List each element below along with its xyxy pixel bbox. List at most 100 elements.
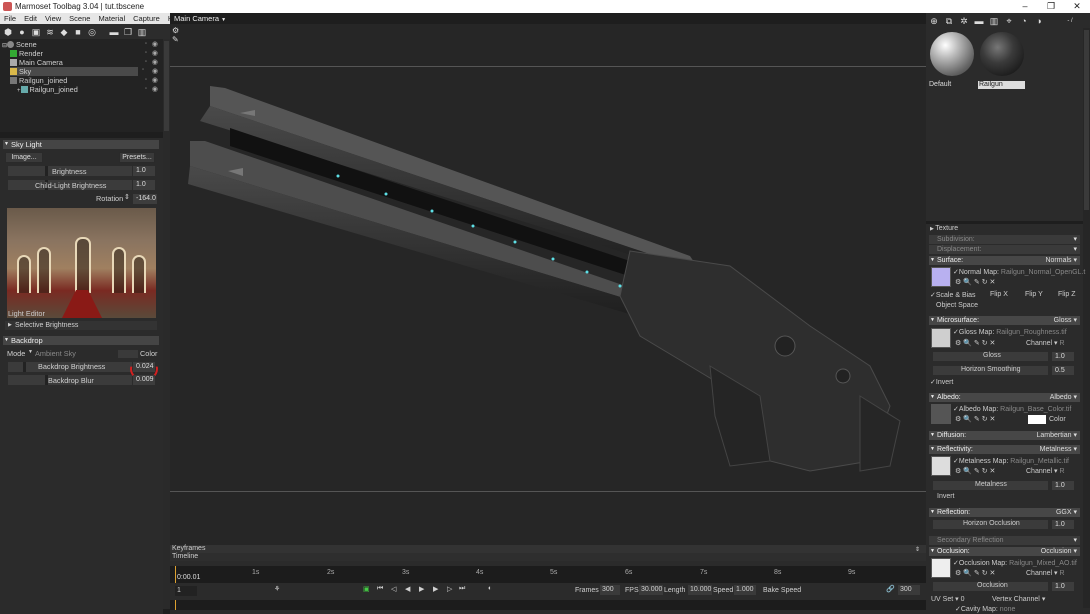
prev-key-icon[interactable]: ◁ (391, 585, 396, 593)
maximize-button[interactable]: ❐ (1038, 0, 1064, 13)
scale-bias-checkbox[interactable]: ✓Scale & Bias (930, 291, 976, 299)
flip-y-checkbox[interactable]: Flip Y (1025, 291, 1043, 298)
object-space-checkbox[interactable]: Object Space (936, 302, 978, 309)
brush-icon[interactable]: ✎ (172, 35, 182, 44)
secondary-reflection-section[interactable]: Secondary Reflection ▾ (929, 536, 1080, 545)
invert-checkbox[interactable]: ✓Invert (930, 378, 953, 386)
eye-icon[interactable]: ◉ (152, 58, 158, 67)
play-icon[interactable]: ▶ (419, 585, 424, 593)
add-turntable-icon[interactable]: ◆ (59, 27, 69, 37)
step-forward-icon[interactable]: ▶ (433, 585, 438, 593)
next-key-icon[interactable]: ▷ (447, 585, 452, 593)
gloss-value[interactable]: 1.0 (1052, 352, 1074, 361)
eye-icon[interactable]: ◉ (152, 85, 158, 94)
map-tools[interactable]: ⚙ 🔍 ✎ ↻ ✕ (955, 339, 995, 347)
frames-value[interactable]: 300 (600, 585, 620, 595)
tree-node-railgun-group[interactable]: Railgun_joined ▫ ◉ (10, 76, 162, 85)
microsurface-section[interactable]: Microsurface:Gloss ▾ (929, 316, 1080, 325)
left-scrollbar[interactable] (163, 39, 170, 609)
albedo-section[interactable]: Albedo:Albedo ▾ (929, 393, 1080, 402)
invert-metalness-checkbox[interactable]: Invert (937, 493, 955, 500)
settings-icon[interactable]: ◑ (1034, 16, 1044, 26)
zoom-icon[interactable]: - / (1063, 16, 1077, 26)
map-tools[interactable]: ⚙ 🔍 ✎ ↻ ✕ (955, 569, 995, 577)
dropdown-arrow-icon[interactable]: ▼ (221, 17, 226, 23)
link-icon[interactable]: 🔗 (886, 585, 895, 593)
rotation-value[interactable]: -164.0 (133, 194, 157, 204)
camera-select[interactable]: Main Camera (174, 14, 219, 23)
folder-icon[interactable]: ▬ (974, 16, 984, 26)
add-material-icon[interactable]: ⊕ (929, 16, 939, 26)
occlusion-section[interactable]: Occlusion:Occlusion ▾ (929, 547, 1080, 556)
length-value[interactable]: 10.000 (688, 585, 712, 595)
tree-node-sky[interactable]: Sky (10, 67, 138, 76)
channel-select[interactable]: Channel ▾ R (1026, 467, 1065, 475)
tree-node-railgun-mesh[interactable]: + Railgun_joined ▫ ◉ (17, 85, 162, 94)
speed-dial-icon[interactable]: ◐ (488, 585, 492, 592)
occlusion-value[interactable]: 1.0 (1052, 582, 1074, 591)
sky-light-header[interactable]: Sky Light (3, 140, 159, 149)
fps-value[interactable]: 30.000 (639, 585, 663, 595)
keyframe-icon[interactable]: ⚘ (274, 585, 280, 593)
add-camera-icon[interactable]: ▣ (31, 27, 41, 37)
lock-icon[interactable]: ▫ (145, 76, 147, 85)
loop-icon[interactable]: ▣ (363, 585, 370, 593)
surface-section[interactable]: Surface:Normals ▾ (929, 256, 1080, 265)
skip-start-icon[interactable]: ⏮ (377, 585, 383, 593)
albedo-map-thumb[interactable] (931, 404, 951, 424)
gloss-map-thumb[interactable] (931, 328, 951, 348)
light-editor-label[interactable]: Light Editor (8, 308, 45, 319)
duplicate-icon[interactable]: ❐ (123, 27, 133, 37)
reflection-section[interactable]: Reflection:GGX ▾ (929, 508, 1080, 517)
skip-end-icon[interactable]: ⏭ (459, 585, 465, 593)
material-default-label[interactable]: Default (928, 81, 975, 89)
sky-panorama-image[interactable] (7, 208, 156, 318)
step-back-icon[interactable]: ◀ (405, 585, 410, 593)
eye-icon[interactable]: ◉ (152, 76, 158, 85)
speed-value[interactable]: 1.000 (734, 585, 756, 595)
railgun-model[interactable] (170, 66, 926, 491)
lock-icon[interactable]: ▫ (142, 67, 144, 73)
tree-node-render[interactable]: Render ▫ ◉ (10, 49, 162, 58)
albedo-color-swatch[interactable] (1028, 415, 1046, 424)
child-light-value[interactable]: 1.0 (133, 180, 155, 190)
material-railgun-thumb[interactable] (980, 32, 1024, 76)
diffusion-section[interactable]: Diffusion:Lambertian ▾ (929, 431, 1080, 440)
menu-scene[interactable]: Scene (65, 14, 94, 23)
selective-brightness-toggle[interactable]: ▶ Selective Brightness (5, 321, 157, 330)
panel-divider[interactable] (926, 221, 1090, 224)
menu-capture[interactable]: Capture (129, 14, 164, 23)
channel-select[interactable]: Channel ▾ R (1026, 569, 1065, 577)
folder-icon[interactable]: ▬ (109, 27, 119, 37)
flip-z-checkbox[interactable]: Flip Z (1058, 291, 1076, 298)
end-frame-value[interactable]: 300 (898, 585, 920, 595)
menu-view[interactable]: View (41, 14, 65, 23)
subdivision-section[interactable]: Subdivision: ▾ (929, 235, 1080, 244)
map-tools[interactable]: ⚙ 🔍 ✎ ↻ ✕ (955, 278, 995, 286)
add-light-icon[interactable]: ● (17, 27, 27, 37)
vertex-channel-select[interactable]: Vertex Channel ▾ (992, 595, 1045, 603)
close-button[interactable]: ✕ (1064, 0, 1090, 13)
lock-icon[interactable]: ▫ (145, 58, 147, 67)
flip-x-checkbox[interactable]: Flip X (990, 291, 1008, 298)
material-merge-icon[interactable]: ✲ (959, 16, 969, 26)
tree-node-scene[interactable]: ⊟ Scene ▫ ◉ (2, 40, 162, 49)
menu-edit[interactable]: Edit (20, 14, 41, 23)
eye-icon[interactable]: ◉ (152, 67, 158, 75)
library-icon[interactable]: ◔ (1019, 16, 1029, 26)
delete-icon[interactable]: ▥ (137, 27, 147, 37)
occlusion-map-thumb[interactable] (931, 558, 951, 578)
backdrop-header[interactable]: Backdrop (3, 336, 159, 345)
map-tools[interactable]: ⚙ 🔍 ✎ ↻ ✕ (955, 467, 995, 475)
eye-icon[interactable]: ◉ (152, 49, 158, 58)
pick-icon[interactable]: ⌖ (1004, 16, 1014, 26)
horizon-occlusion-value[interactable]: 1.0 (1052, 520, 1074, 529)
timeline-scrub[interactable] (170, 600, 926, 610)
right-scrollbar[interactable] (1083, 28, 1090, 608)
menu-file[interactable]: File (0, 14, 20, 23)
presets-button[interactable]: Presets... (119, 152, 155, 163)
lock-icon[interactable]: ▫ (145, 49, 147, 58)
lock-icon[interactable]: ▫ (145, 85, 147, 94)
add-sky-icon[interactable]: ◎ (87, 27, 97, 37)
bake-speed-button[interactable]: Bake Speed (763, 587, 801, 594)
